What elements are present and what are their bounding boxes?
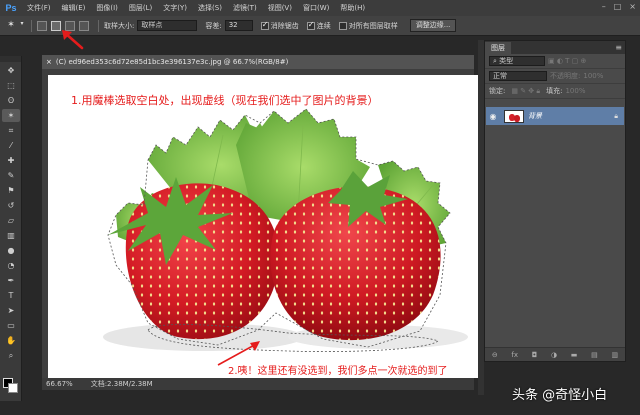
annotation-step2: 2.咦！这里还有没选到，我们多点一次就选的到了: [228, 366, 448, 377]
lock-label: 锁定:: [489, 87, 506, 95]
blend-mode-select[interactable]: 正常: [489, 71, 547, 81]
blur-tool-icon[interactable]: ●: [2, 244, 20, 257]
annotation-step1: 1.用魔棒选取空白处，出现虚线（现在我们选中了图片的背景）: [71, 94, 379, 107]
pen-tool-icon[interactable]: ✒: [2, 274, 20, 287]
menu-image[interactable]: 图像(I): [96, 3, 118, 13]
status-bar: 66.67% 文档:2.38M/2.38M: [42, 378, 474, 390]
fx-icon[interactable]: fx: [511, 351, 518, 359]
menu-window[interactable]: 窗口(W): [303, 3, 329, 13]
strawberry-image: [103, 108, 468, 366]
minimize-button[interactable]: –: [602, 2, 606, 11]
lasso-tool-icon[interactable]: ʘ: [2, 94, 20, 107]
fill-value[interactable]: 100%: [565, 87, 585, 95]
adjustment-layer-icon[interactable]: ◑: [551, 351, 557, 359]
filter-icons[interactable]: ▣ ◐ T ▢ ⊕: [548, 57, 586, 65]
layer-thumbnail: [504, 109, 524, 123]
sample-size-select[interactable]: 取样点: [137, 20, 198, 31]
document-canvas[interactable]: 1.用魔棒选取空白处，出现虚线（现在我们选中了图片的背景） 2.咦！这里还有没选…: [48, 75, 478, 378]
menu-type[interactable]: 文字(Y): [163, 3, 187, 13]
eye-icon[interactable]: ◉: [486, 112, 500, 121]
menu-bar: Ps 文件(F) 编辑(E) 图像(I) 图层(L) 文字(Y) 选择(S) 滤…: [0, 0, 640, 16]
zoom-level[interactable]: 66.67%: [46, 380, 73, 388]
sample-all-layers-label: 对所有图层取样: [348, 21, 398, 30]
menu-edit[interactable]: 编辑(E): [62, 3, 86, 13]
photoshop-window: Ps 文件(F) 编辑(E) 图像(I) 图层(L) 文字(Y) 选择(S) 滤…: [0, 0, 640, 415]
sample-size-label: 取样大小:: [104, 21, 135, 30]
healing-brush-tool-icon[interactable]: ✚: [2, 154, 20, 167]
background-color-swatch[interactable]: [8, 383, 18, 393]
menu-select[interactable]: 选择(S): [198, 3, 222, 13]
menu-view[interactable]: 视图(V): [268, 3, 292, 13]
options-bar: ✶ ▾ 取样大小: 取样点 容差: 32 消除锯齿 连续 对所有图层取样 调整边…: [0, 16, 640, 36]
watermark: 头条 @奇怪小白: [512, 388, 608, 403]
type-tool-icon[interactable]: T: [2, 289, 20, 302]
new-layer-icon[interactable]: ▤: [591, 351, 598, 359]
contiguous-checkbox[interactable]: [306, 20, 315, 30]
magic-wand-icon[interactable]: ✶: [4, 20, 18, 32]
panel-tabs: 图层: [485, 41, 625, 54]
marquee-tool-icon[interactable]: ⬚: [2, 79, 20, 92]
close-button[interactable]: ×: [629, 2, 636, 11]
path-selection-tool-icon[interactable]: ➤: [2, 304, 20, 317]
layer-row-background[interactable]: ◉ 背景 🔒︎: [486, 107, 624, 125]
tolerance-label: 容差:: [205, 21, 222, 30]
new-selection-button[interactable]: [37, 20, 47, 31]
document-title: (C) ed96ed353c6d72e85d1bc3e396137e3c.jpg…: [55, 58, 289, 66]
layer-name: 背景: [528, 112, 542, 120]
hand-tool-icon[interactable]: ✋: [2, 334, 20, 347]
clone-stamp-tool-icon[interactable]: ⚑: [2, 184, 20, 197]
layers-panel-footer: ⊖ fx ◘ ◑ ▬ ▤ ▥: [485, 347, 625, 361]
contiguous-label: 连续: [316, 21, 331, 30]
window-controls: – □ ×: [602, 2, 636, 11]
doc-info: 文档:2.38M/2.38M: [90, 380, 153, 388]
crop-tool-icon[interactable]: ⌗: [2, 124, 20, 137]
antialias-label: 消除锯齿: [270, 21, 299, 30]
zoom-tool-icon[interactable]: ⌕: [2, 349, 20, 362]
brush-tool-icon[interactable]: ✎: [2, 169, 20, 182]
lock-icons[interactable]: ▦ ✎ ✥ 🔒︎: [511, 87, 540, 96]
tools-panel: ✥ ⬚ ʘ ✶ ⌗ ⁄ ✚ ✎ ⚑ ↺ ▱ ▥ ● ◔ ✒ T ➤ ▭ ✋ ⌕: [0, 56, 22, 401]
sample-all-layers-checkbox[interactable]: [338, 21, 347, 30]
tab-layers[interactable]: 图层: [485, 42, 511, 54]
shape-tool-icon[interactable]: ▭: [2, 319, 20, 332]
dodge-tool-icon[interactable]: ◔: [2, 259, 20, 272]
divider: [98, 19, 99, 32]
lock-row: 锁定: ▦ ✎ ✥ 🔒︎ 填充: 100%: [485, 84, 625, 99]
menu-help[interactable]: 帮助(H): [340, 3, 365, 13]
menu-layer[interactable]: 图层(L): [129, 3, 152, 13]
tool-preset-chevron-icon[interactable]: ▾: [18, 20, 26, 32]
close-document-icon[interactable]: ×: [46, 55, 52, 69]
lock-icon: 🔒︎: [614, 111, 618, 120]
layer-filter-row: ⌕ 类型 ▣ ◐ T ▢ ⊕: [485, 54, 625, 69]
link-layers-icon[interactable]: ⊖: [492, 351, 498, 359]
move-tool-icon[interactable]: ✥: [2, 64, 20, 77]
document-tab[interactable]: × (C) ed96ed353c6d72e85d1bc3e396137e3c.jp…: [42, 55, 474, 69]
divider: [31, 19, 32, 32]
history-brush-tool-icon[interactable]: ↺: [2, 199, 20, 212]
layer-filter-select[interactable]: ⌕ 类型: [489, 56, 545, 66]
antialias-checkbox[interactable]: [260, 20, 269, 30]
new-group-icon[interactable]: ▬: [571, 351, 578, 359]
tools-panel-header[interactable]: [0, 56, 21, 62]
gradient-tool-icon[interactable]: ▥: [2, 229, 20, 242]
tolerance-input[interactable]: 32: [224, 20, 253, 31]
add-mask-icon[interactable]: ◘: [532, 351, 538, 359]
blend-row: 正常 不透明度: 100%: [485, 69, 625, 84]
panel-menu-icon[interactable]: ≡: [615, 43, 622, 52]
trash-icon[interactable]: ▥: [611, 351, 618, 359]
magic-wand-tool-icon[interactable]: ✶: [2, 109, 20, 122]
opacity-value[interactable]: 100%: [583, 72, 603, 80]
layers-panel: 图层 ≡ ⌕ 类型 ▣ ◐ T ▢ ⊕ 正常 不透明度: 100% 锁定: ▦ …: [484, 40, 626, 362]
eraser-tool-icon[interactable]: ▱: [2, 214, 20, 227]
opacity-label: 不透明度:: [550, 72, 581, 80]
menu-filter[interactable]: 滤镜(T): [233, 3, 257, 13]
ps-logo: Ps: [5, 3, 17, 13]
fill-label: 填充:: [546, 87, 563, 95]
maximize-button[interactable]: □: [614, 2, 622, 11]
eyedropper-tool-icon[interactable]: ⁄: [2, 139, 20, 152]
red-arrow-icon: [62, 30, 84, 50]
refine-edge-button[interactable]: 调整边缘...: [409, 19, 457, 32]
menu-file[interactable]: 文件(F): [27, 3, 51, 13]
